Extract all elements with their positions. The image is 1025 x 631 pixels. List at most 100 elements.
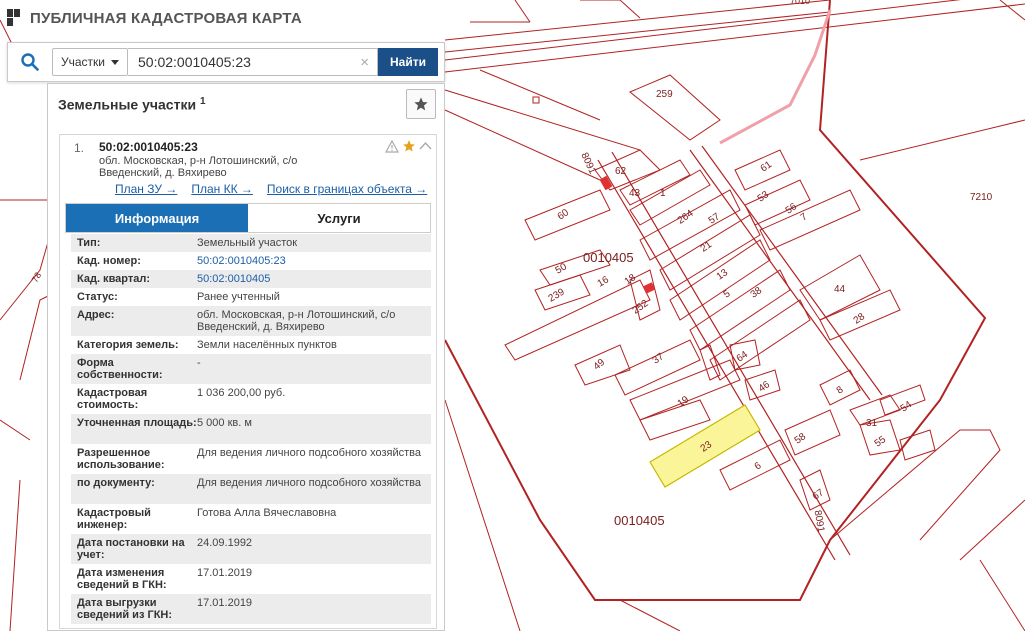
- chevron-down-icon: [111, 59, 119, 65]
- info-key: Дата постановки на учет:: [77, 537, 185, 561]
- info-row: Кадастровая стоимость: 1 036 200,00 руб.: [71, 384, 431, 414]
- search-icon[interactable]: [8, 43, 52, 81]
- clear-icon[interactable]: ×: [360, 54, 369, 71]
- find-button[interactable]: Найти: [378, 48, 438, 76]
- chevron-up-icon[interactable]: [419, 141, 432, 151]
- parcel-label: 57: [707, 211, 723, 227]
- info-value: -: [197, 357, 201, 369]
- info-value: Земельный участок: [197, 237, 298, 249]
- quarter-label: 0010405: [614, 513, 665, 528]
- parcel-label: 43: [629, 188, 641, 199]
- info-row: Категория земель: Земли населённых пункто…: [71, 336, 431, 354]
- result-cadastral-number: 50:02:0010405:23: [99, 140, 198, 154]
- parcel-label: 239: [547, 286, 567, 304]
- info-row: Уточненная площадь: 5 000 кв. м: [71, 414, 431, 444]
- parcel-label: 44: [834, 284, 846, 295]
- info-key: Кадастровый инженер:: [77, 507, 151, 531]
- parcel-label: 13: [715, 267, 731, 283]
- star-icon[interactable]: [402, 139, 416, 153]
- result-links: План ЗУ → План КК → Поиск в границах объ…: [115, 182, 427, 196]
- panel-title: Земельные участки 1: [58, 96, 206, 113]
- road-line: [444, 0, 831, 53]
- map-parcel: [709, 299, 811, 381]
- info-row: Статус: Ранее учтенный: [71, 288, 431, 306]
- parcel-label: 38: [749, 285, 765, 301]
- info-value: Земли населённых пунктов: [197, 339, 337, 351]
- info-value: 1 036 200,00 руб.: [197, 387, 286, 399]
- result-card: 1. 50:02:0010405:23 обл. Московская, р-н…: [59, 134, 437, 629]
- road-line: [444, 0, 1025, 73]
- map-parcel: [504, 279, 651, 361]
- parcel-label: 7: [799, 211, 810, 223]
- object-type-label: Участки: [61, 55, 105, 69]
- area-label: 7210: [970, 192, 993, 203]
- info-value: 24.09.1992: [197, 537, 253, 549]
- link-search-in-bounds[interactable]: Поиск в границах объекта →: [267, 182, 427, 196]
- area-label: 78: [30, 271, 44, 285]
- map-parcel: [629, 359, 741, 421]
- map-parcel: [629, 169, 711, 226]
- info-value: Ранее учтенный: [197, 291, 280, 303]
- info-key: Кад. квартал:: [77, 273, 151, 285]
- map-parcel: [784, 409, 841, 456]
- parcel-label: 54: [899, 399, 915, 415]
- app-title: ПУБЛИЧНАЯ КАДАСТРОВАЯ КАРТА: [30, 9, 302, 27]
- parcel-label: 49: [592, 357, 608, 373]
- info-value: Для ведения личного подсобного хозяйства: [197, 477, 421, 489]
- parcel-label: 8: [835, 384, 846, 396]
- parcel-label: 60: [556, 207, 572, 223]
- parcel-label: 5: [722, 288, 733, 300]
- search-input[interactable]: [128, 49, 348, 75]
- app-header: ПУБЛИЧНАЯ КАДАСТРОВАЯ КАРТА: [0, 0, 302, 36]
- info-value: Для ведения личного подсобного хозяйства: [197, 447, 421, 459]
- info-value: 5 000 кв. м: [197, 417, 252, 429]
- info-row: Кадастровый инженер: Готова Алла Вячеслав…: [71, 504, 431, 534]
- tab-services[interactable]: Услуги: [248, 204, 430, 232]
- link-plan-kk[interactable]: План КК →: [191, 182, 253, 196]
- result-count: 1: [199, 95, 206, 107]
- info-row: Тип: Земельный участок: [71, 234, 431, 252]
- info-value: Готова Алла Вячеславовна: [197, 507, 337, 519]
- info-row: Дата выгрузки сведений из ГКН: 17.01.2019: [71, 594, 431, 624]
- info-key: Тип:: [77, 237, 101, 249]
- info-value: 17.01.2019: [197, 597, 253, 609]
- info-key: Статус:: [77, 291, 118, 303]
- parcel-label: 37: [651, 351, 667, 367]
- info-key: Кадастровая стоимость:: [77, 387, 148, 411]
- info-key: Кад. номер:: [77, 255, 141, 267]
- parcel-label: 28: [852, 311, 868, 327]
- info-key: Дата изменения сведений в ГКН:: [77, 567, 167, 591]
- info-row: Дата постановки на учет: 24.09.1992: [71, 534, 431, 564]
- parcel-label: 61: [759, 159, 775, 175]
- info-row: Кад. квартал: 50:02:0010405: [71, 270, 431, 288]
- info-value[interactable]: 50:02:0010405: [197, 273, 427, 285]
- info-row: Адрес: обл. Московская, р-н Лотошинский, …: [71, 306, 431, 336]
- object-type-select[interactable]: Участки: [52, 48, 128, 76]
- parcel-label: 50: [554, 261, 570, 276]
- info-value: обл. Московская, р-н Лотошинский, с/о Вв…: [197, 309, 396, 333]
- parcel-label: 46: [757, 379, 773, 395]
- result-index: 1.: [74, 141, 85, 155]
- info-key: Разрешенное использование:: [77, 447, 165, 471]
- tab-information[interactable]: Информация: [66, 204, 248, 232]
- link-plan-zu[interactable]: План ЗУ →: [115, 182, 177, 196]
- map-parcel: [629, 74, 721, 141]
- search-field-wrap: ×: [128, 48, 378, 76]
- panel-title-text: Земельные участки: [58, 96, 197, 113]
- result-tabs: Информация Услуги: [65, 203, 431, 233]
- info-row: Дата изменения сведений в ГКН: 17.01.2019: [71, 564, 431, 594]
- favorites-button[interactable]: [406, 89, 436, 119]
- info-row: Форма собственности: -: [71, 354, 431, 384]
- warning-icon[interactable]: [385, 139, 399, 153]
- area-label: 7010: [790, 0, 810, 6]
- quarter-label: 0010405: [583, 250, 634, 265]
- parcel-label: 1: [660, 188, 666, 199]
- info-row: Кад. номер: 50:02:0010405:23: [71, 252, 431, 270]
- results-panel: Земельные участки 1 1. 50:02:0010405:23 …: [47, 83, 445, 631]
- parcel-label: 259: [656, 89, 673, 100]
- info-key: по документу:: [77, 477, 155, 489]
- info-key: Категория земель:: [77, 339, 179, 351]
- info-row: Разрешенное использование: Для ведения ли…: [71, 444, 431, 474]
- parcel-label: 67: [811, 487, 827, 503]
- info-value[interactable]: 50:02:0010405:23: [197, 255, 427, 267]
